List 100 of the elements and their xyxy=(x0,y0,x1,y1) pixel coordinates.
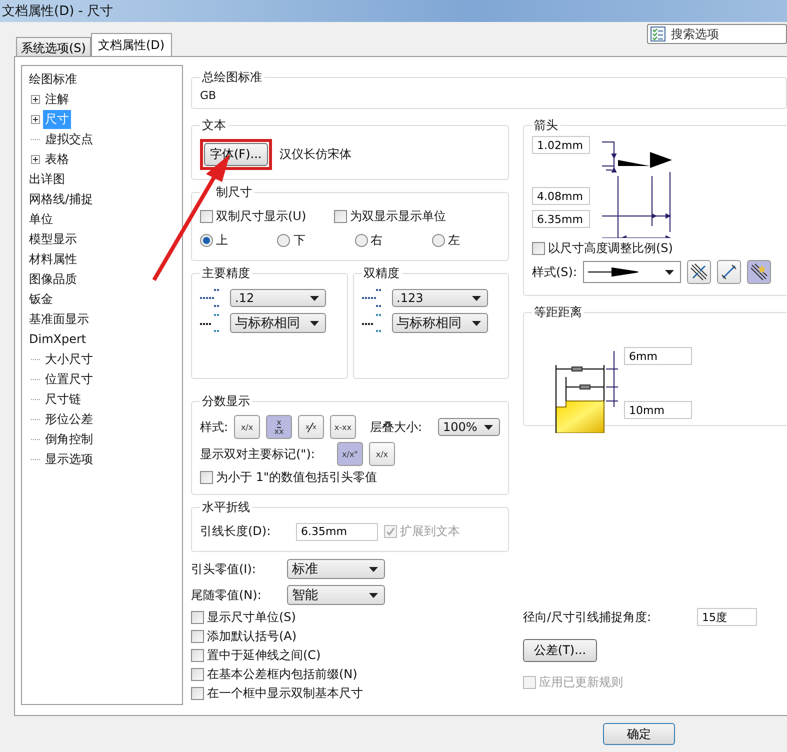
arrow-placement-button[interactable] xyxy=(747,260,772,284)
radio-button[interactable] xyxy=(432,234,445,247)
fraction-style-button[interactable]: x xx xyxy=(266,415,292,439)
group-title: 分数显示 xyxy=(201,393,251,410)
font-name: 汉仪长仿宋体 xyxy=(280,146,352,163)
input-field[interactable]: 6.35mm xyxy=(532,210,590,228)
caret-icon xyxy=(310,296,319,301)
tree-item[interactable]: 单位 xyxy=(27,210,55,228)
caret-icon xyxy=(665,270,674,275)
checkbox-label: 为小于 1"的数值包括引头零值 xyxy=(216,469,377,486)
mark-style-button[interactable]: x/x xyxy=(368,442,395,466)
tree-item[interactable]: 显示选项 xyxy=(43,450,95,468)
checkbox[interactable] xyxy=(191,668,204,681)
checkbox[interactable] xyxy=(200,471,213,484)
arrow-placement-button[interactable] xyxy=(687,260,712,284)
radio-button[interactable] xyxy=(200,234,213,247)
checkbox-label: 添加默认括号(A) xyxy=(207,628,297,645)
caret-icon xyxy=(484,425,493,430)
checkbox-label: 为双显示显示单位 xyxy=(350,208,446,225)
expand-icon[interactable] xyxy=(31,94,40,104)
tree-item[interactable]: 绘图标准 xyxy=(27,70,79,88)
tree-item[interactable]: 网格线/捕捉 xyxy=(27,190,96,208)
tree-item[interactable]: DimXpert xyxy=(27,331,88,347)
tree-item[interactable]: 表格 xyxy=(43,150,71,168)
dual-mark-label: 显示双对主要标记("): xyxy=(200,446,315,462)
group-title: 制尺寸 xyxy=(215,184,253,201)
tab[interactable]: 系统选项(S) xyxy=(16,37,91,56)
leader-length-label: 引线长度(D): xyxy=(200,523,272,540)
arrows-outward-icon xyxy=(720,263,738,281)
caret-icon xyxy=(472,296,480,301)
tree-item[interactable]: 位置尺寸 xyxy=(43,370,95,388)
style-label: 样式(S): xyxy=(532,264,578,280)
tree-item[interactable]: 材料属性 xyxy=(27,250,79,268)
arrows-star-icon xyxy=(750,263,768,281)
input-field[interactable]: 4.08mm xyxy=(532,187,590,205)
checkbox[interactable] xyxy=(191,649,204,662)
tree-item[interactable]: 虚拟交点 xyxy=(43,130,95,148)
mark-style-button[interactable]: x/x" xyxy=(336,442,363,466)
radio-label: 右 xyxy=(370,232,383,249)
radio-button[interactable] xyxy=(277,234,290,247)
ok-button[interactable]: 确定 xyxy=(603,723,675,745)
dropdown[interactable]: .12 xyxy=(230,289,326,307)
dropdown[interactable]: 100% xyxy=(438,418,500,436)
checkbox-label: 显示尺寸单位(S) xyxy=(207,609,296,626)
input-field[interactable]: 6mm xyxy=(624,347,692,365)
group-title: 双精度 xyxy=(362,265,400,282)
dropdown[interactable]: 与标称相同 xyxy=(230,313,326,333)
tree-item[interactable]: 大小尺寸 xyxy=(43,350,95,368)
dropdown[interactable]: 智能 xyxy=(287,585,385,605)
radio-label: 下 xyxy=(293,232,306,249)
caret-icon xyxy=(369,593,378,598)
dropdown[interactable]: .123 xyxy=(392,289,488,307)
arrow-placement-button[interactable] xyxy=(717,260,742,284)
tree-item[interactable]: 钣金 xyxy=(27,290,55,308)
dropdown[interactable]: 与标称相同 xyxy=(392,313,488,333)
checkbox-label: 在一个框中显示双制基本尺寸 xyxy=(207,685,363,702)
checkbox[interactable] xyxy=(334,210,348,223)
radio-button[interactable] xyxy=(354,234,368,247)
checkbox[interactable] xyxy=(532,242,545,255)
fraction-style-button[interactable]: x-xx xyxy=(330,415,356,439)
checkbox[interactable] xyxy=(191,630,204,643)
tolerance-button[interactable]: 公差(T)... xyxy=(523,639,597,662)
radio-label: 上 xyxy=(216,232,228,249)
tree-item[interactable]: 尺寸链 xyxy=(43,390,83,408)
expand-icon[interactable] xyxy=(31,154,40,164)
input-field[interactable]: 15度 xyxy=(697,608,757,626)
checkbox-label: 置中于延伸线之间(C) xyxy=(207,647,321,664)
checkbox[interactable] xyxy=(191,687,204,700)
search-field[interactable]: 搜索选项 xyxy=(647,24,787,44)
input-field[interactable]: 1.02mm xyxy=(532,136,590,154)
checkbox[interactable] xyxy=(200,210,213,223)
checkbox-label: 以尺寸高度调整比例(S) xyxy=(548,240,673,257)
tree-item[interactable]: 模型显示 xyxy=(27,230,79,248)
tree-item[interactable]: 出详图 xyxy=(27,170,67,188)
input-field[interactable]: 6.35mm xyxy=(296,522,378,540)
group-title: 文本 xyxy=(201,117,227,134)
checkbox-label: 扩展到文本 xyxy=(400,523,460,540)
checkbox[interactable] xyxy=(191,611,204,624)
window-title: 文档属性(D) - 尺寸 xyxy=(2,3,114,20)
tree-item[interactable]: 注解 xyxy=(43,90,71,108)
input-field[interactable]: 10mm xyxy=(624,401,692,419)
fraction-style-button[interactable]: x/x xyxy=(234,415,260,439)
snap-angle-label: 径向/尺寸引线捕捉角度: xyxy=(523,608,652,626)
radio-label: 左 xyxy=(448,232,460,249)
dropdown[interactable] xyxy=(583,261,682,283)
style-label: 样式: xyxy=(200,418,228,436)
tree-item[interactable]: 图像品质 xyxy=(27,270,79,288)
field-label: 引头零值(I): xyxy=(191,560,257,578)
checkbox-label: 在基本公差框内包括前缀(N) xyxy=(207,666,358,683)
stack-size-label: 层叠大小: xyxy=(370,418,422,436)
caret-icon xyxy=(310,321,319,326)
field-label: 尾随零值(N): xyxy=(191,586,262,604)
tree-item[interactable]: 倒角控制 xyxy=(43,430,95,448)
tree-item[interactable]: 形位公差 xyxy=(43,410,95,428)
standard-value: GB xyxy=(200,89,216,102)
tab[interactable]: 文档属性(D) xyxy=(90,33,172,56)
expand-icon[interactable] xyxy=(31,114,40,124)
tree-item[interactable]: 基准面显示 xyxy=(27,310,91,328)
arrows-inward-icon xyxy=(690,263,708,281)
dropdown[interactable]: 标准 xyxy=(287,559,385,579)
